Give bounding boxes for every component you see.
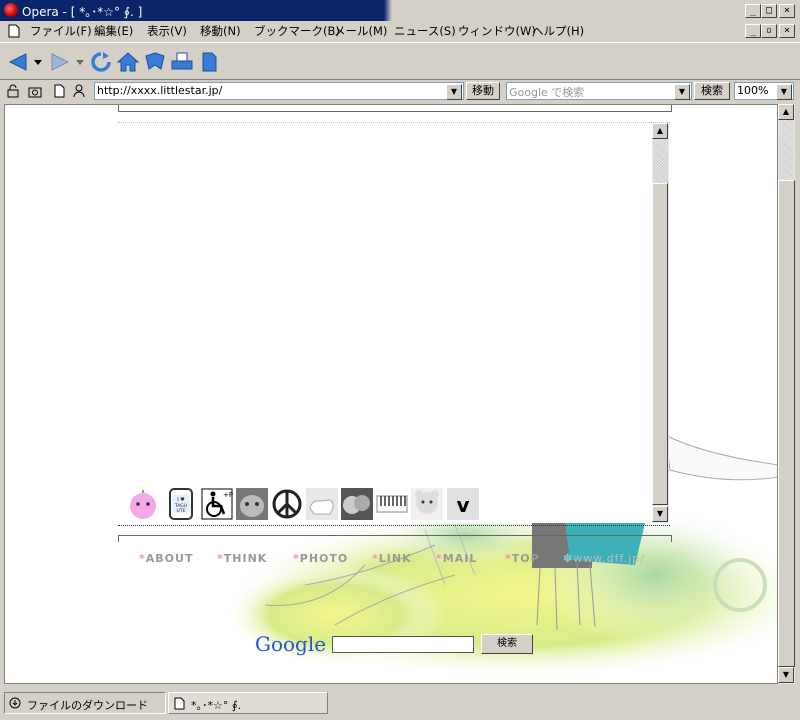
menu-help[interactable]: ヘルプ(H) xyxy=(532,23,584,39)
wheelchair-plus-text: +P xyxy=(223,491,233,499)
download-icon xyxy=(9,697,21,709)
zoom-dropdown[interactable]: ▼ xyxy=(776,84,792,100)
forward-history-icon[interactable] xyxy=(76,60,84,66)
page-scrollbar[interactable]: ▲ ▼ xyxy=(778,104,795,684)
close-button[interactable]: × xyxy=(779,4,795,18)
search-placeholder[interactable]: Google で検索 xyxy=(509,84,584,100)
piano-icon[interactable] xyxy=(376,488,408,520)
kittens-photo-icon[interactable] xyxy=(341,488,373,520)
peace-icon[interactable] xyxy=(271,488,303,520)
address-url[interactable]: http://xxxx.littlestar.jp/ xyxy=(97,84,222,97)
page-viewport: ▲ ▼ I ♥ TAGU UTE +P v *ABOUT *THINK *PHOTO… xyxy=(4,104,778,684)
nav-mail[interactable]: *MAIL xyxy=(436,552,477,565)
new-page-icon[interactable] xyxy=(52,84,66,98)
frame-scroll-track[interactable] xyxy=(653,139,668,183)
security-icon[interactable] xyxy=(6,84,20,98)
google-search-button[interactable]: 検索 xyxy=(481,634,533,654)
menu-bookmarks[interactable]: ブックマーク(B) xyxy=(254,23,340,39)
zoom-value[interactable]: 100% xyxy=(737,84,768,97)
pink-apple-icon[interactable] xyxy=(127,488,159,520)
back-history-icon[interactable] xyxy=(34,60,42,66)
nav-think[interactable]: *THINK xyxy=(217,552,267,565)
nav-about[interactable]: *ABOUT xyxy=(139,552,193,565)
can-label-line3: UTE xyxy=(177,508,186,514)
wheelchair-icon[interactable]: +P xyxy=(201,488,233,520)
v-logo-icon[interactable]: v xyxy=(447,488,479,520)
window-title: Opera - [ *｡･*☆° ∮. ] xyxy=(22,5,143,19)
frame-top-border xyxy=(118,105,672,112)
mdi-restore-button[interactable]: ▫ xyxy=(761,24,777,38)
forward-icon[interactable] xyxy=(48,51,72,73)
scroll-track[interactable] xyxy=(779,120,794,180)
dog-icon[interactable] xyxy=(306,488,338,520)
menu-bar: ファイル(F) 編集(E) 表示(V) 移動(N) ブックマーク(B) メール(… xyxy=(0,21,800,41)
content-frame: ▲ ▼ I ♥ TAGU UTE +P v xyxy=(119,123,669,523)
frame-scroll-down-button[interactable]: ▼ xyxy=(652,506,668,522)
mdi-minimize-button[interactable]: _ xyxy=(745,24,761,38)
user-icon[interactable] xyxy=(72,84,86,98)
search-button[interactable]: 検索 xyxy=(694,82,730,100)
menu-news[interactable]: ニュース(S) xyxy=(394,23,456,39)
cat-photo-icon[interactable] xyxy=(236,488,268,520)
nav-link[interactable]: *LINK xyxy=(372,552,412,565)
back-icon[interactable] xyxy=(6,51,30,73)
go-button[interactable]: 移動 xyxy=(466,82,500,100)
main-toolbar xyxy=(0,42,800,80)
scroll-down-button[interactable]: ▼ xyxy=(778,667,794,683)
maximize-button[interactable]: □ xyxy=(761,4,777,18)
menu-edit[interactable]: 編集(E) xyxy=(94,23,133,39)
menu-view[interactable]: 表示(V) xyxy=(147,23,187,39)
frame-scroll-up-button[interactable]: ▲ xyxy=(652,123,668,139)
opera-icon[interactable] xyxy=(4,3,18,17)
menu-mail[interactable]: メール(M) xyxy=(334,23,387,39)
title-bar: Opera - [ *｡･*☆° ∮. ] _ □ × xyxy=(0,0,800,21)
reload-icon[interactable] xyxy=(89,51,113,73)
home-icon[interactable] xyxy=(116,51,140,73)
zoom-field[interactable]: 100% ▼ xyxy=(734,82,794,100)
can-label-line1: I ♥ xyxy=(177,497,185,503)
v-logo-text: v xyxy=(456,493,469,517)
print-icon[interactable] xyxy=(170,51,194,73)
dotted-divider-bottom xyxy=(118,525,670,526)
menu-file[interactable]: ファイル(F) xyxy=(30,23,92,39)
tagu-ute-can-icon[interactable]: I ♥TAGUUTE xyxy=(167,487,195,521)
nav-photo[interactable]: *PHOTO xyxy=(293,552,348,565)
google-search-input[interactable] xyxy=(332,636,474,653)
bear-icon[interactable] xyxy=(411,488,443,520)
frame-scrollbar[interactable]: ▲ ▼ xyxy=(652,123,669,523)
page-icon xyxy=(8,24,20,38)
document-icon[interactable] xyxy=(197,51,221,73)
google-logo[interactable]: Google xyxy=(255,632,326,656)
search-engine-dropdown[interactable]: ▼ xyxy=(674,84,690,100)
address-field[interactable]: http://xxxx.littlestar.jp/ ▼ xyxy=(94,82,464,100)
hotlist-icon[interactable] xyxy=(143,51,167,73)
page-tab-icon xyxy=(174,697,185,710)
credit-link[interactable]: ✽www.dff.jp/ xyxy=(563,552,645,565)
search-field[interactable]: Google で検索 ▼ xyxy=(506,82,692,100)
credit-flower-icon: ✽ xyxy=(563,552,574,565)
nav-top[interactable]: *TOP xyxy=(505,552,540,565)
frame-bottom-border xyxy=(118,535,672,542)
mdi-close-button[interactable]: × xyxy=(779,24,795,38)
frame-scroll-thumb[interactable] xyxy=(652,183,668,505)
menu-navigate[interactable]: 移動(N) xyxy=(200,23,241,39)
page-tab[interactable]: *｡･*☆° ∮. xyxy=(168,692,328,714)
status-bar: ファイルのダウンロード *｡･*☆° ∮. xyxy=(0,688,800,720)
scroll-up-button[interactable]: ▲ xyxy=(778,104,794,120)
menu-window[interactable]: ウィンドウ(W) xyxy=(458,23,536,39)
address-dropdown-button[interactable]: ▼ xyxy=(446,84,462,100)
minimize-button[interactable]: _ xyxy=(745,4,761,18)
frame-content xyxy=(119,123,652,523)
camera-icon[interactable] xyxy=(28,84,42,98)
download-tab[interactable]: ファイルのダウンロード xyxy=(4,692,166,714)
scroll-thumb[interactable] xyxy=(778,180,795,667)
